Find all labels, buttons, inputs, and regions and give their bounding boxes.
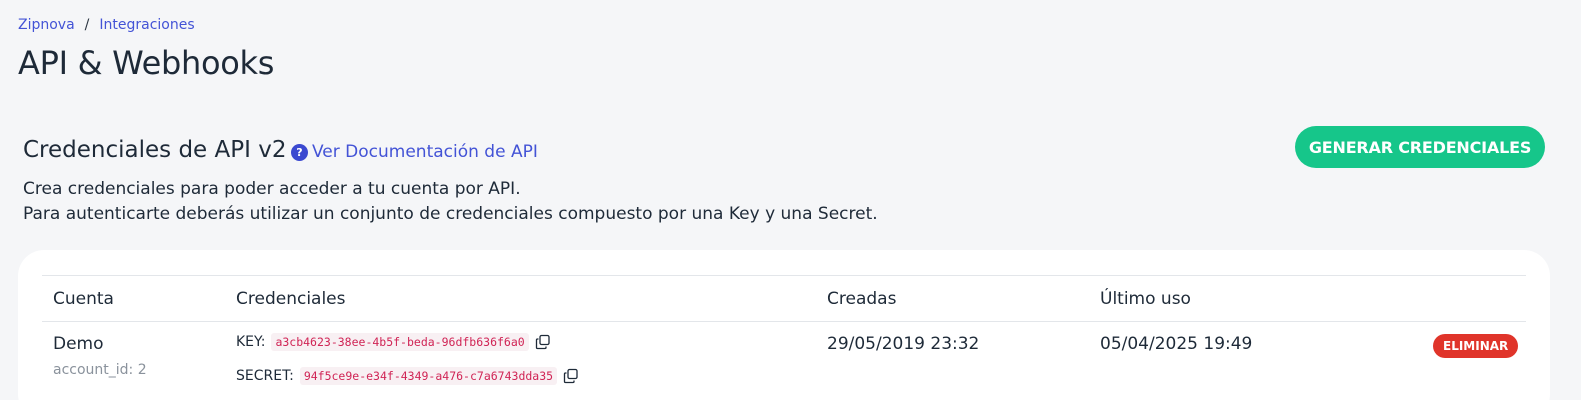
copy-icon[interactable]	[563, 368, 579, 384]
description-line-2: Para autenticarte deberás utilizar un co…	[23, 204, 878, 224]
breadcrumb-item-zipnova[interactable]: Zipnova	[18, 17, 75, 33]
api-docs-link-label: Ver Documentación de API	[312, 142, 538, 162]
created-date: 29/05/2019 23:32	[827, 334, 980, 354]
credentials-table: Cuenta Credenciales Creadas Último uso D…	[42, 275, 1526, 400]
secret-value[interactable]: 94f5ce9e-e34f-4349-a476-c7a6743dda35	[299, 367, 558, 385]
breadcrumb: Zipnova / Integraciones	[18, 17, 195, 33]
table-row: Demo account_id: 2 KEY: a3cb4623-38ee-4b…	[42, 322, 1526, 400]
section-title: Credenciales de API v2	[23, 137, 287, 163]
api-docs-link[interactable]: ? Ver Documentación de API	[291, 142, 538, 162]
description-line-1: Crea credenciales para poder acceder a t…	[23, 179, 521, 199]
section-description: Crea credenciales para poder acceder a t…	[23, 177, 878, 227]
breadcrumb-separator: /	[84, 17, 90, 33]
breadcrumb-item-integraciones[interactable]: Integraciones	[99, 17, 194, 33]
secret-label: SECRET:	[236, 368, 294, 384]
generate-credentials-button[interactable]: GENERAR CREDENCIALES	[1295, 126, 1545, 168]
credentials-card: Cuenta Credenciales Creadas Último uso D…	[18, 250, 1550, 400]
delete-button[interactable]: ELIMINAR	[1433, 334, 1519, 358]
account-id: account_id: 2	[53, 362, 147, 378]
key-label: KEY:	[236, 334, 266, 350]
help-circle-icon: ?	[291, 143, 308, 161]
header-account: Cuenta	[53, 289, 114, 309]
key-value[interactable]: a3cb4623-38ee-4b5f-beda-96dfb636f6a0	[271, 333, 529, 351]
account-name: Demo	[53, 334, 104, 354]
page-title: API & Webhooks	[18, 44, 275, 82]
secret-credential: SECRET: 94f5ce9e-e34f-4349-a476-c7a6743d…	[236, 367, 579, 385]
table-header: Cuenta Credenciales Creadas Último uso	[42, 276, 1526, 322]
header-credentials: Credenciales	[236, 289, 346, 309]
copy-icon[interactable]	[535, 334, 551, 350]
last-use-date: 05/04/2025 19:49	[1100, 334, 1253, 354]
key-credential: KEY: a3cb4623-38ee-4b5f-beda-96dfb636f6a…	[236, 333, 551, 351]
header-created: Creadas	[827, 289, 897, 309]
header-last-use: Último uso	[1100, 289, 1191, 309]
